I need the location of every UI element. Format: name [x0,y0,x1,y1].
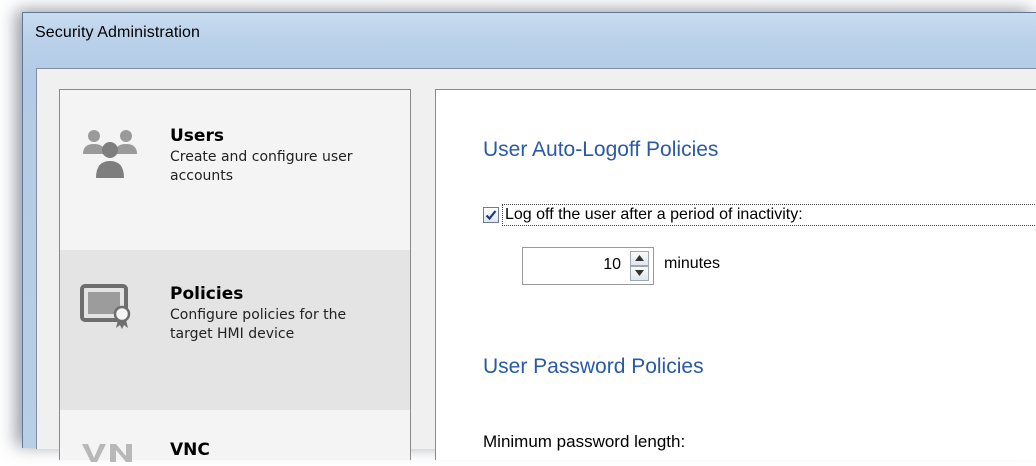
policies-content-panel: User Auto-Logoff Policies Log off the us… [435,89,1036,460]
nav-item-policies-title: Policies [170,284,244,304]
logoff-minutes-value[interactable]: 10 [603,256,621,274]
auto-logoff-heading: User Auto-Logoff Policies [483,138,719,161]
window-title: Security Administration [35,24,201,41]
logoff-minutes-spinner[interactable]: 10 [522,247,654,285]
title-bar[interactable]: Security Administration [23,13,1036,53]
arrow-down-icon [635,270,644,276]
auto-logoff-checkbox-label[interactable]: Log off the user after a period of inact… [502,204,1036,226]
nav-item-users-title: Users [170,126,224,146]
nav-item-policies[interactable]: Policies Configure policies for the targ… [60,250,410,410]
spinner-up-button[interactable] [630,251,649,266]
policies-device-icon [80,284,142,338]
nav-item-vnc-title: VNC [170,440,210,460]
nav-item-users[interactable]: Users Create and configure user accounts [60,90,410,250]
min-password-length-label: Minimum password length: [483,432,686,451]
auto-logoff-checkbox[interactable] [483,207,499,223]
spinner-down-button[interactable] [630,266,649,281]
nav-panel: Users Create and configure user accounts… [59,89,411,462]
nav-item-vnc[interactable]: VNC [60,410,410,462]
security-administration-window: Security Administration Users Create and… [22,12,1036,462]
arrow-up-icon [635,255,644,261]
password-policies-heading: User Password Policies [483,355,704,378]
nav-item-policies-description: Configure policies for the target HMI de… [170,307,347,342]
auto-logoff-checkbox-row[interactable]: Log off the user after a period of inact… [483,204,1036,226]
checkmark-icon [485,210,497,221]
minutes-unit-label: minutes [664,255,721,272]
vnc-icon [80,442,142,466]
window-client-area: Users Create and configure user accounts… [36,68,1036,462]
users-icon [80,126,142,186]
nav-item-users-description: Create and configure user accounts [170,149,353,184]
